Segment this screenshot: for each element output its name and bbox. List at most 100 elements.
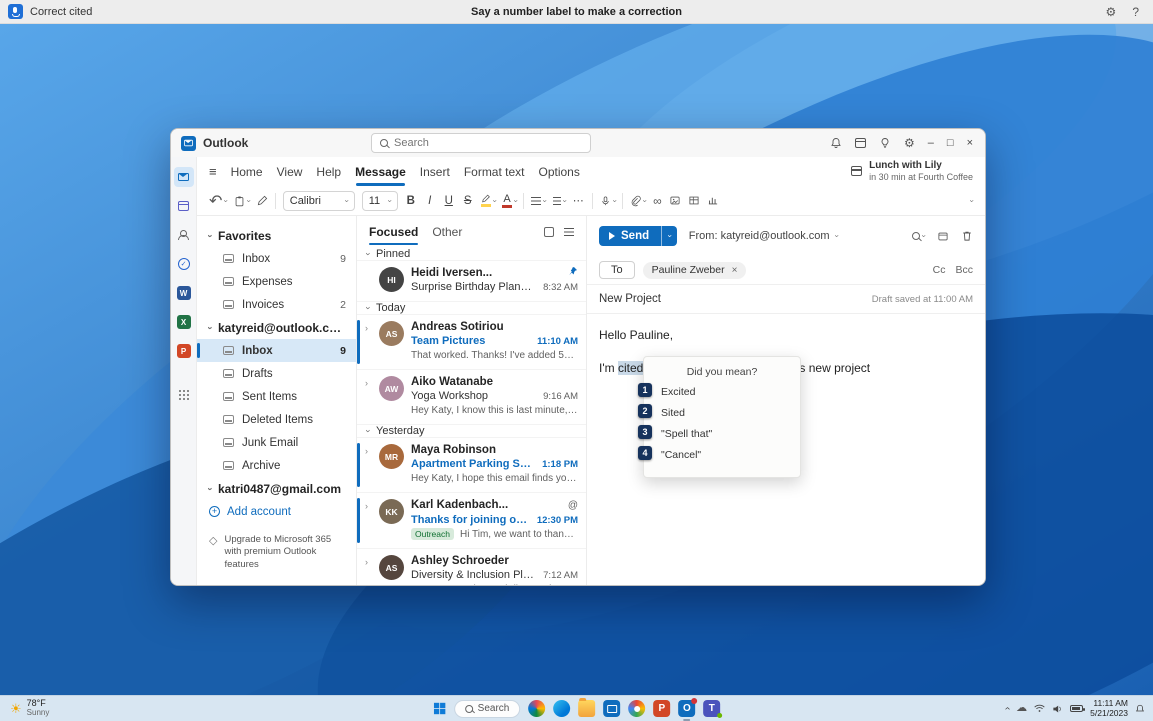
send-options-chevron[interactable]: ›	[661, 226, 677, 246]
email-item-andreas[interactable]: › AS Andreas Sotiriou Team Pictures 11:1…	[357, 315, 586, 370]
subject-field[interactable]: New Project	[599, 293, 661, 305]
voice-access-help-icon[interactable]: ?	[1132, 5, 1139, 19]
rail-calendar-icon[interactable]	[174, 196, 194, 216]
popup-option-3[interactable]: 3 "Spell that"	[666, 427, 788, 441]
insert-image-button[interactable]	[669, 195, 681, 206]
expand-conversation-icon[interactable]: ›	[365, 378, 368, 388]
strikethrough-button[interactable]: S	[462, 195, 474, 207]
format-painter-button[interactable]	[257, 195, 268, 206]
taskbar-app-edge-icon[interactable]	[553, 700, 570, 717]
tab-view[interactable]: View	[277, 165, 303, 179]
tab-focused[interactable]: Focused	[369, 225, 418, 239]
folder-junk-email[interactable]: Junk Email	[197, 431, 356, 454]
add-account-button[interactable]: + Add account	[197, 500, 356, 524]
section-favorites[interactable]: › Favorites	[197, 224, 356, 247]
tab-options[interactable]: Options	[539, 165, 580, 179]
editor-zoom-icon[interactable]: ›	[912, 232, 925, 240]
popup-option-2[interactable]: 2 Sited	[666, 406, 788, 420]
tray-chevron-up-icon[interactable]: ›	[1002, 707, 1013, 710]
start-button[interactable]	[433, 702, 446, 715]
folder-inbox[interactable]: Inbox 9	[197, 339, 356, 362]
tab-other[interactable]: Other	[432, 225, 462, 239]
remove-recipient-icon[interactable]: ×	[732, 265, 738, 276]
taskbar-app-teams-icon[interactable]: T	[703, 700, 720, 717]
rail-word-icon[interactable]: W	[174, 283, 194, 303]
open-in-new-window-icon[interactable]	[937, 231, 949, 242]
tips-lightbulb-icon[interactable]	[879, 137, 891, 149]
tab-insert[interactable]: Insert	[420, 165, 450, 179]
from-selector[interactable]: From: katyreid@outlook.com ›	[689, 230, 837, 242]
upgrade-banner[interactable]: ◇ Upgrade to Microsoft 365 with premium …	[197, 524, 356, 585]
folder-inbox-favorite[interactable]: Inbox 9	[197, 247, 356, 270]
search-bar[interactable]	[371, 133, 591, 153]
folder-invoices[interactable]: Invoices 2	[197, 293, 356, 316]
group-today[interactable]: › Today	[357, 302, 586, 315]
rail-powerpoint-icon[interactable]: P	[174, 341, 194, 361]
email-item-ashley[interactable]: › AS Ashley Schroeder Diversity & Inclus…	[357, 549, 586, 585]
notification-bell-icon[interactable]	[1135, 704, 1145, 714]
tab-help[interactable]: Help	[316, 165, 341, 179]
voice-access-settings-icon[interactable]: ⚙	[1106, 6, 1117, 18]
hamburger-menu-icon[interactable]: ≡	[209, 164, 217, 179]
my-day-icon[interactable]	[855, 138, 866, 148]
email-item-maya[interactable]: › MR Maya Robinson Apartment Parking Spo…	[357, 438, 586, 493]
folder-deleted-items[interactable]: Deleted Items	[197, 408, 356, 431]
battery-icon[interactable]	[1070, 705, 1083, 712]
rail-excel-icon[interactable]: X	[174, 312, 194, 332]
section-outlook-account[interactable]: › katyreid@outlook.com	[197, 316, 356, 339]
alignment-button[interactable]: ›	[553, 197, 566, 205]
rail-more-apps-icon[interactable]	[174, 384, 194, 404]
folder-expenses[interactable]: Expenses	[197, 270, 356, 293]
settings-gear-icon[interactable]: ⚙	[904, 137, 915, 149]
more-formatting-icon[interactable]: ⋯	[573, 194, 585, 207]
expand-conversation-icon[interactable]: ›	[365, 323, 368, 333]
underline-button[interactable]: U	[443, 195, 455, 207]
tab-home[interactable]: Home	[231, 165, 263, 179]
expand-conversation-icon[interactable]: ›	[365, 446, 368, 456]
email-item-aiko[interactable]: › AW Aiko Watanabe Yoga Workshop 9:16 AM…	[357, 370, 586, 425]
email-item-karl[interactable]: › KK Karl Kadenbach... @ Thanks for join…	[357, 493, 586, 549]
expand-conversation-icon[interactable]: ›	[365, 557, 368, 567]
font-size-select[interactable]: 11›	[362, 191, 398, 211]
font-color-button[interactable]: A›	[502, 193, 516, 208]
taskbar-app-widgets-icon[interactable]	[528, 700, 545, 717]
volume-icon[interactable]	[1052, 704, 1063, 714]
taskbar-app-store-icon[interactable]	[603, 700, 620, 717]
folder-drafts[interactable]: Drafts	[197, 362, 356, 385]
tab-format-text[interactable]: Format text	[464, 165, 525, 179]
taskbar-app-file-explorer-icon[interactable]	[578, 700, 595, 717]
tab-message[interactable]: Message	[355, 165, 406, 179]
attach-file-button[interactable]: ›	[630, 195, 646, 207]
taskbar-search[interactable]: Search	[454, 700, 521, 718]
discard-trash-icon[interactable]	[961, 230, 973, 242]
clock[interactable]: 11:11 AM 5/21/2023	[1090, 699, 1128, 719]
recipient-pill[interactable]: Pauline Zweber ×	[643, 262, 747, 279]
taskbar-app-browser-icon[interactable]	[628, 700, 645, 717]
italic-button[interactable]: I	[424, 195, 436, 207]
undo-button[interactable]: ↶›	[209, 191, 227, 211]
filter-icon[interactable]	[564, 228, 574, 236]
group-pinned[interactable]: › Pinned	[357, 248, 586, 261]
select-messages-icon[interactable]	[544, 227, 554, 237]
bcc-button[interactable]: Bcc	[955, 264, 973, 276]
maximize-button[interactable]: □	[947, 137, 954, 149]
insert-chart-button[interactable]	[707, 195, 719, 206]
folder-sent-items[interactable]: Sent Items	[197, 385, 356, 408]
highlight-button[interactable]: ›	[481, 194, 496, 207]
close-button[interactable]: ×	[967, 137, 973, 149]
send-button[interactable]: Send ›	[599, 226, 677, 246]
dictate-button[interactable]: ›	[600, 195, 616, 207]
paste-button[interactable]: ›	[234, 195, 250, 207]
to-button[interactable]: To	[599, 261, 635, 279]
onedrive-cloud-icon[interactable]: ☁	[1016, 703, 1027, 714]
insert-table-button[interactable]	[688, 195, 700, 206]
bullet-list-button[interactable]: ›	[531, 197, 546, 205]
popup-option-4[interactable]: 4 "Cancel"	[666, 448, 788, 462]
email-item-heidi[interactable]: HI Heidi Iversen... Surprise Birthday P	[357, 261, 586, 302]
taskbar-app-outlook-icon[interactable]: O	[678, 700, 695, 717]
rail-mail-icon[interactable]	[174, 167, 194, 187]
notifications-bell-icon[interactable]	[830, 137, 842, 149]
weather-widget[interactable]: ☀ 78°F Sunny	[0, 699, 49, 718]
cc-button[interactable]: Cc	[933, 264, 946, 276]
rail-people-icon[interactable]	[174, 225, 194, 245]
